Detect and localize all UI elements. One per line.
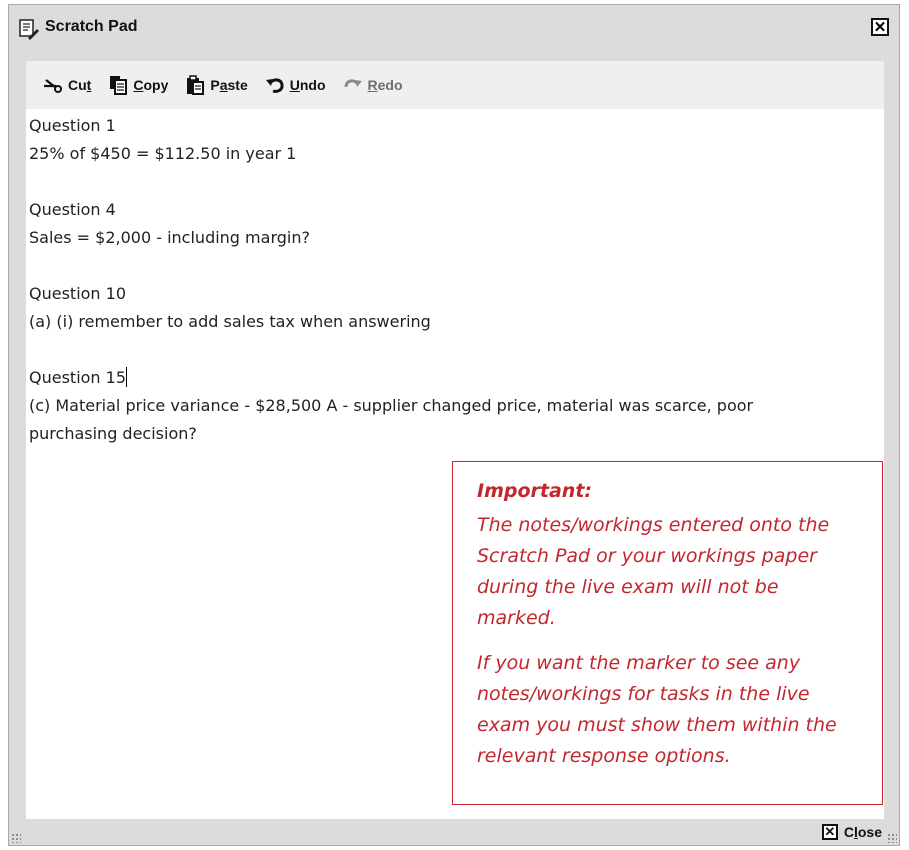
close-box-icon: ✕	[821, 824, 838, 840]
edit-toolbar: Cut Copy Paste Undo Redo	[26, 61, 884, 109]
important-paragraph-1: The notes/workings entered onto the Scra…	[477, 514, 830, 629]
cut-label: Cut	[68, 77, 92, 93]
undo-icon	[265, 75, 285, 95]
title-bar[interactable]: Scratch Pad ✕	[9, 5, 899, 53]
window-title: Scratch Pad	[45, 18, 138, 35]
copy-button[interactable]: Copy	[108, 75, 168, 95]
important-paragraph-2: If you want the marker to see any notes/…	[477, 652, 837, 767]
note-line	[29, 168, 884, 196]
note-line-with-cursor: Question 15	[29, 364, 884, 392]
scissors-icon	[43, 75, 63, 95]
note-line: 25% of $450 = $112.50 in year 1	[29, 144, 297, 163]
copy-icon	[108, 75, 128, 95]
close-button[interactable]: ✕ Close	[821, 824, 882, 840]
note-line	[29, 252, 884, 280]
redo-label: Redo	[367, 77, 403, 93]
undo-button[interactable]: Undo	[265, 75, 326, 95]
redo-icon	[343, 75, 363, 95]
close-x-icon[interactable]: ✕	[871, 18, 889, 36]
close-label: Close	[843, 824, 882, 840]
scratch-pad-panel: Cut Copy Paste Undo Redo Question 1 25% …	[26, 61, 884, 819]
scratch-pad-text-area[interactable]: Question 1 25% of $450 = $112.50 in year…	[26, 109, 884, 448]
note-line: Question 10	[29, 284, 127, 303]
scratch-pad-window: Scratch Pad ✕ Cut Copy Paste Undo Redo Q…	[8, 4, 900, 846]
resize-grip-left-icon[interactable]	[11, 833, 21, 843]
undo-label: Undo	[289, 77, 326, 93]
scratch-pad-icon	[18, 18, 40, 40]
important-heading: Important:	[477, 480, 593, 502]
note-line: Question 1	[29, 116, 116, 135]
text-cursor	[126, 367, 128, 387]
redo-button[interactable]: Redo	[343, 75, 403, 95]
note-line: (c) Material price variance - $28,500 A …	[29, 396, 754, 443]
note-line: (a) (i) remember to add sales tax when a…	[29, 312, 431, 331]
paste-icon	[185, 75, 205, 95]
paste-label: Paste	[210, 77, 248, 93]
resize-grip-right-icon[interactable]	[887, 833, 897, 843]
important-notice-box: Important: The notes/workings entered on…	[452, 461, 883, 805]
copy-label: Copy	[133, 77, 169, 93]
note-line	[29, 336, 884, 364]
note-line: Question 4	[29, 200, 116, 219]
paste-button[interactable]: Paste	[185, 75, 248, 95]
note-line: Question 15	[29, 368, 127, 387]
note-line: Sales = $2,000 - including margin?	[29, 228, 310, 247]
cut-button[interactable]: Cut	[43, 75, 91, 95]
